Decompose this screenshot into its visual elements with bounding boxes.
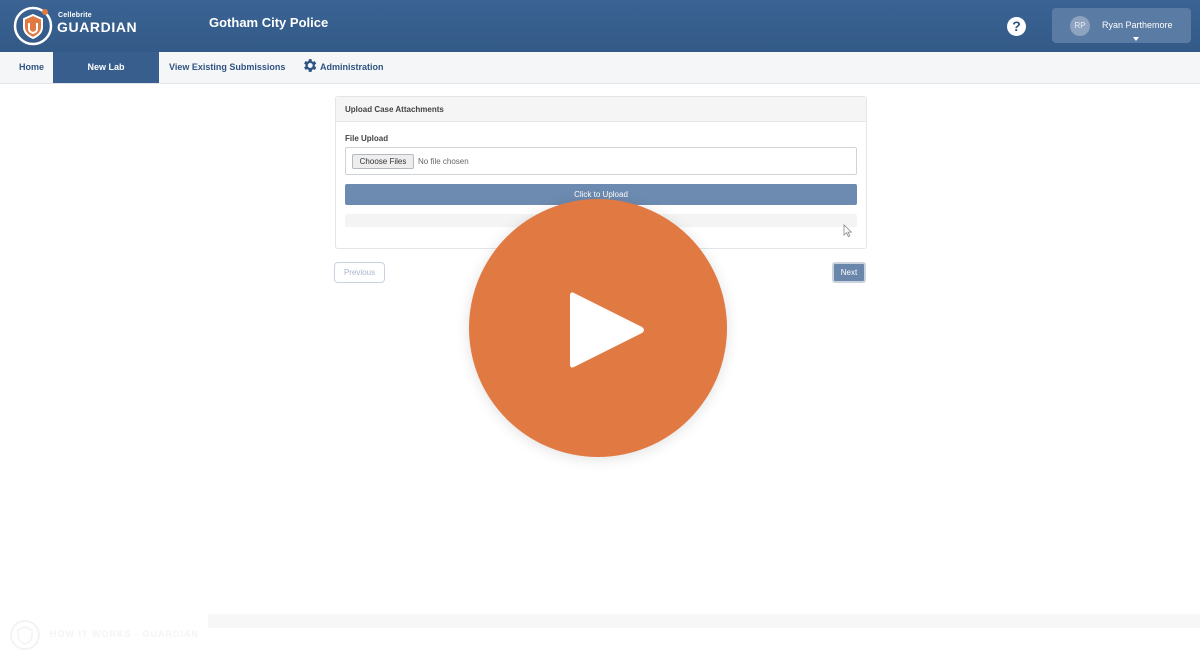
brand-name: GUARDIAN (57, 19, 138, 35)
previous-button[interactable]: Previous (334, 262, 385, 283)
file-upload-label: File Upload (345, 134, 389, 143)
nav-item-administration[interactable]: Administration (311, 52, 393, 83)
file-upload-input[interactable]: Choose Files No file chosen (345, 147, 857, 175)
user-menu[interactable]: RP Ryan Parthemore (1052, 8, 1191, 43)
nav-item-new-lab-submission[interactable]: New Lab Submission (53, 52, 159, 103)
help-icon[interactable]: ? (1007, 17, 1026, 36)
brand-company: Cellebrite (58, 12, 92, 19)
organization-name: Gotham City Police (209, 15, 329, 30)
guardian-watermark-icon (10, 620, 40, 650)
app-header: Cellebrite GUARDIAN Gotham City Police ?… (0, 0, 1200, 52)
card-header: Upload Case Attachments (336, 97, 866, 122)
nav-item-home[interactable]: Home (10, 52, 53, 83)
bottom-band (208, 614, 1200, 628)
card-title: Upload Case Attachments (345, 105, 444, 114)
gear-icon[interactable] (301, 57, 318, 74)
video-thumbnail: Cellebrite GUARDIAN Gotham City Police ?… (0, 0, 1200, 662)
avatar: RP (1070, 16, 1090, 36)
main-nav: Home New Lab Submission View Existing Su… (0, 52, 1200, 103)
no-file-chosen-text: No file chosen (418, 157, 469, 166)
chevron-down-icon (1133, 37, 1139, 41)
user-name: Ryan Parthemore (1102, 20, 1173, 30)
next-button[interactable]: Next (832, 262, 866, 283)
mouse-cursor-icon (843, 224, 853, 238)
nav-item-view-existing-submissions[interactable]: View Existing Submissions (160, 52, 294, 83)
choose-files-button[interactable]: Choose Files (352, 154, 414, 169)
play-icon (570, 292, 644, 368)
guardian-logo-icon (13, 6, 53, 46)
video-play-button[interactable] (469, 199, 727, 457)
watermark-label: HOW IT WORKS - GUARDIAN (50, 629, 199, 639)
